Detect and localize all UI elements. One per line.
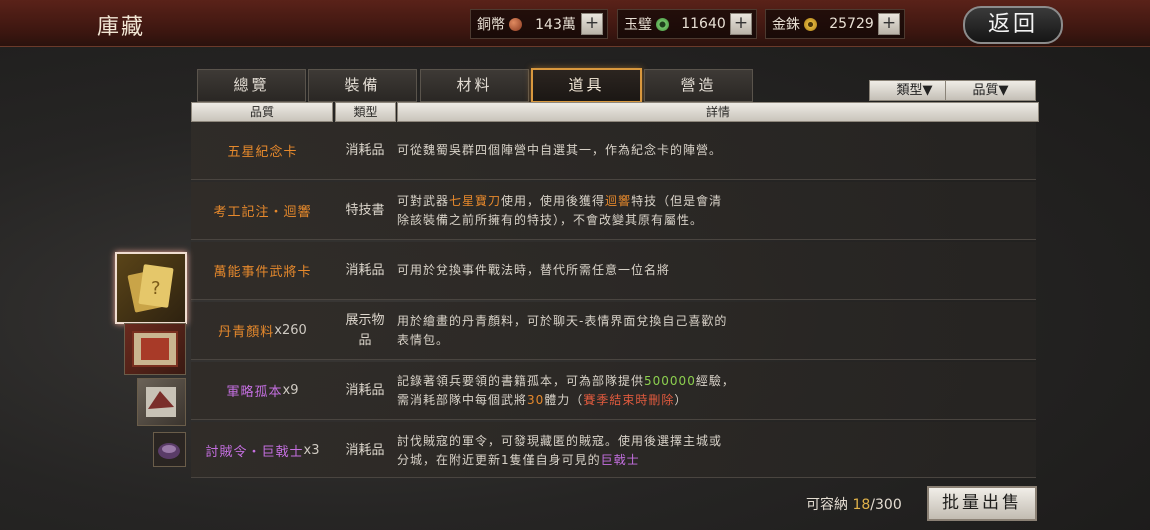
resource-label: 金銖 [772, 17, 800, 33]
table-row[interactable]: 五星紀念卡 消耗品 可從魏蜀吳群四個陣營中自選其一，作為紀念卡的陣營。 [191, 122, 1036, 180]
item-thumbnail[interactable] [124, 323, 186, 375]
resource-value: 11640 [681, 16, 726, 32]
event-card-icon: ? [127, 264, 174, 313]
top-bar: 庫藏 銅幣 143萬 + 玉璧 11640 + 金銖 25729 + 返回 [0, 0, 1150, 47]
description-text: 記錄著領兵要領的書籍孤本，可為部隊提供 [397, 373, 645, 388]
item-count: x260 [274, 323, 307, 338]
column-header-type[interactable]: 類型 [335, 102, 396, 122]
description-text: 需消耗部隊中每個武將 [397, 392, 528, 407]
description-text: 分城，在附近更新1隻僅自身可見的 [397, 452, 601, 467]
item-description: 討伐賊寇的軍令，可發現藏匿的賊寇。使用後選擇主城或 分城，在附近更新1隻僅自身可… [397, 422, 777, 479]
description-text: 體力（ [544, 392, 584, 407]
item-count: x3 [303, 443, 320, 458]
copper-coin-icon [509, 17, 522, 31]
order-token-icon [158, 443, 180, 459]
capacity-label: 可容納 [806, 497, 848, 513]
page-title: 庫藏 [97, 15, 146, 40]
column-header-quality[interactable]: 品質 [191, 102, 333, 122]
quality-filter-button[interactable]: 品質▼ [945, 80, 1036, 101]
add-gold-button[interactable]: + [878, 13, 900, 35]
capacity-total: /300 [870, 497, 902, 513]
gold-coin-icon [804, 17, 817, 31]
tab-overview[interactable]: 總覽 [197, 69, 306, 102]
description-text: 可從魏蜀吳群四個陣營中自選其一，作為紀念卡的陣營。 [397, 143, 723, 157]
description-text: 用於繪畫的丹青顏料，可於聊天-表情界面兌換自己喜歡的 [397, 313, 728, 328]
tab-construction[interactable]: 營造 [644, 69, 753, 102]
description-text: 討伐賊寇的軍令，可發現藏匿的賊寇。使用後選擇主城或 [397, 433, 723, 448]
item-name: 軍略孤本 x9 [191, 362, 334, 419]
description-text: 特技（但是會清 [631, 193, 723, 208]
description-text: 使用，使用後獲得 [501, 193, 606, 208]
item-description: 可對武器七星寶刀使用，使用後獲得迴響特技（但是會清 除該裝備之前所擁有的特技），… [397, 182, 777, 239]
exp-value: 500000 [644, 373, 696, 388]
skill-name: 迴響 [605, 193, 632, 208]
description-text: 除該裝備之前所擁有的特技），不會改變其原有屬性。 [397, 212, 704, 227]
table-row[interactable]: 軍略孤本 x9 消耗品 記錄著領兵要領的書籍孤本，可為部隊提供500000經驗， … [191, 362, 1036, 420]
tab-materials[interactable]: 材料 [420, 69, 529, 102]
item-name-text: 軍略孤本 [226, 385, 283, 400]
item-name: 萬能事件武將卡 [213, 265, 312, 280]
item-description: 記錄著領兵要領的書籍孤本，可為部隊提供500000經驗， 需消耗部隊中每個武將3… [397, 362, 777, 419]
resource-value: 143萬 [535, 17, 576, 33]
capacity-used: 18 [852, 497, 871, 513]
description-text: 經驗， [695, 373, 735, 388]
item-name-text: 討賊令・巨戟士 [205, 445, 304, 460]
resource-jade: 玉璧 11640 + [617, 9, 757, 39]
item-name: 考工記注・迴響 [213, 205, 312, 220]
item-type: 展示物品 [345, 312, 385, 348]
item-type: 消耗品 [345, 142, 385, 158]
item-description: 可從魏蜀吳群四個陣營中自選其一，作為紀念卡的陣營。 [397, 122, 777, 179]
description-text: 表情包。 [397, 332, 450, 347]
item-thumbnail[interactable] [153, 432, 186, 467]
item-type: 特技書 [345, 202, 385, 218]
resource-copper: 銅幣 143萬 + [470, 9, 608, 39]
add-copper-button[interactable]: + [581, 13, 603, 35]
add-jade-button[interactable]: + [730, 13, 752, 35]
weapon-name: 七星寶刀 [449, 193, 502, 208]
item-name-text: 丹青顏料 [218, 325, 275, 340]
resource-label: 銅幣 [477, 17, 505, 33]
resource-label: 玉璧 [624, 17, 652, 33]
item-name: 討賊令・巨戟士 x3 [191, 422, 334, 479]
column-header-details: 詳情 [397, 102, 1039, 122]
resource-gold: 金銖 25729 + [765, 9, 905, 39]
description-text: 可對武器 [397, 193, 450, 208]
item-type: 消耗品 [345, 262, 385, 278]
back-button[interactable]: 返回 [963, 6, 1063, 44]
resource-value: 25729 [829, 16, 874, 32]
item-description: 用於繪畫的丹青顏料，可於聊天-表情界面兌換自己喜歡的 表情包。 [397, 302, 777, 359]
table-row[interactable]: 丹青顏料 x260 展示物品 用於繪畫的丹青顏料，可於聊天-表情界面兌換自己喜歡的… [191, 302, 1036, 360]
table-row[interactable]: 萬能事件武將卡 消耗品 可用於兌換事件戰法時，替代所需任意一位名將 [191, 242, 1036, 300]
book-icon [146, 387, 176, 417]
tab-items[interactable]: 道具 [531, 68, 642, 103]
pigment-icon [132, 331, 178, 367]
jade-disc-icon [656, 17, 669, 31]
item-name: 丹青顏料 x260 [191, 302, 334, 359]
svg-text:?: ? [151, 278, 161, 299]
stamina-value: 30 [527, 392, 545, 407]
item-thumbnail[interactable] [137, 378, 186, 426]
item-description: 可用於兌換事件戰法時，替代所需任意一位名將 [397, 242, 777, 299]
item-type: 消耗品 [345, 382, 385, 398]
unit-name: 巨戟士 [600, 452, 640, 467]
description-text: ） [674, 392, 688, 407]
item-type: 消耗品 [345, 442, 385, 458]
item-list[interactable]: 五星紀念卡 消耗品 可從魏蜀吳群四個陣營中自選其一，作為紀念卡的陣營。 考工記注… [191, 122, 1036, 478]
description-text: 可用於兌換事件戰法時，替代所需任意一位名將 [397, 263, 671, 277]
item-name: 五星紀念卡 [227, 145, 298, 160]
expiry-note: 賽季結束時刪除 [583, 392, 675, 407]
capacity-display: 可容納 18/300 [806, 494, 902, 514]
bulk-sell-button[interactable]: 批量出售 [927, 486, 1037, 521]
table-row[interactable]: 考工記注・迴響 特技書 可對武器七星寶刀使用，使用後獲得迴響特技（但是會清 除該… [191, 182, 1036, 240]
table-row[interactable]: 討賊令・巨戟士 x3 消耗品 討伐賊寇的軍令，可發現藏匿的賊寇。使用後選擇主城或 … [191, 422, 1036, 478]
tab-equipment[interactable]: 裝備 [308, 69, 417, 102]
item-count: x9 [282, 383, 299, 398]
selected-item-thumbnail[interactable]: ? [115, 252, 187, 324]
